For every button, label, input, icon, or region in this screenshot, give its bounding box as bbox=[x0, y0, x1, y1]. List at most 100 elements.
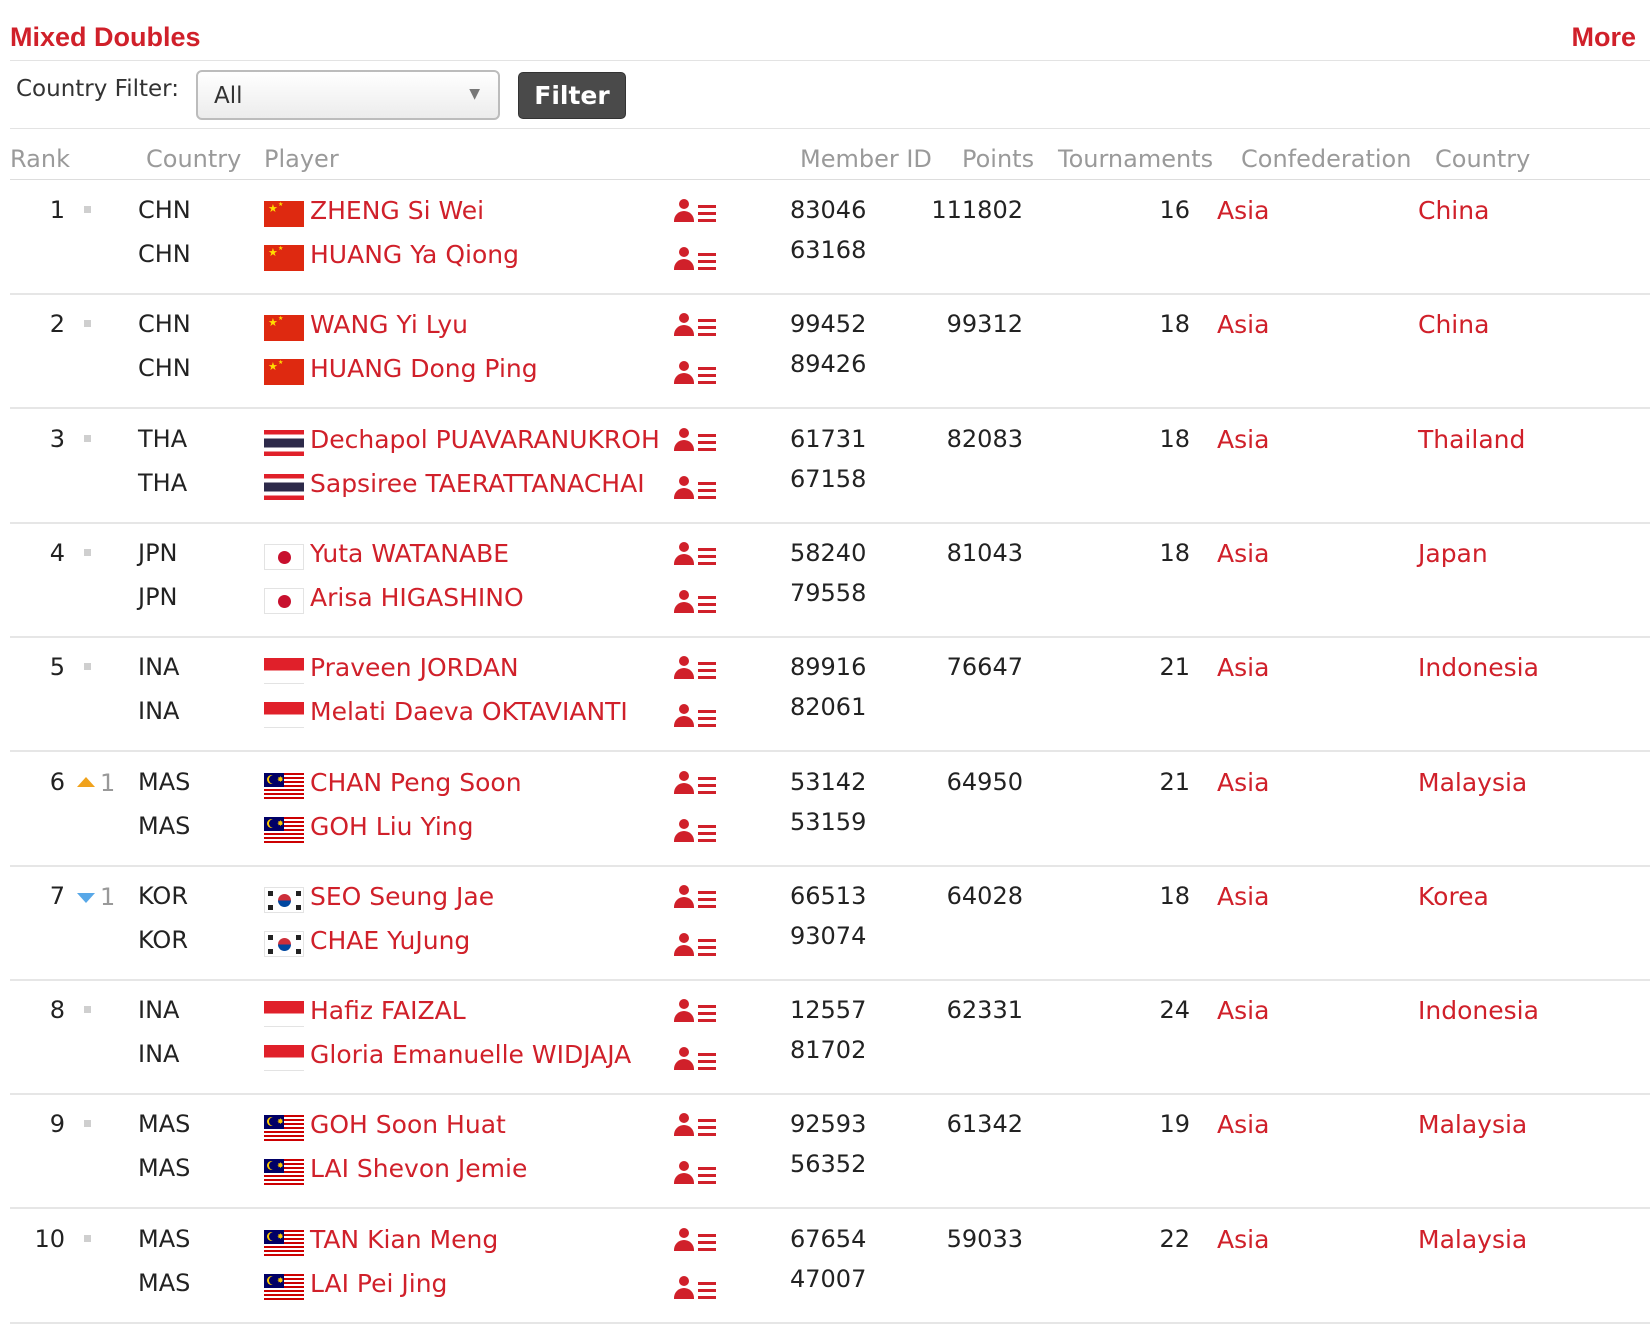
player-profile-icon[interactable] bbox=[674, 704, 720, 734]
player-name-link[interactable]: Praveen JORDAN bbox=[310, 653, 519, 682]
points: 76647 bbox=[946, 653, 1023, 682]
player-profile-icon[interactable] bbox=[674, 818, 720, 849]
malaysia-flag: ✸ bbox=[264, 772, 304, 799]
player-name-link[interactable]: Gloria Emanuelle WIDJAJA bbox=[310, 1040, 631, 1069]
player-profile-icon[interactable] bbox=[674, 1227, 720, 1258]
rank-unchanged-icon bbox=[84, 1234, 91, 1242]
country-link[interactable]: China bbox=[1418, 310, 1489, 339]
member-id: 56352 bbox=[790, 1150, 867, 1179]
header-points[interactable]: Points bbox=[962, 145, 1034, 173]
confederation-link[interactable]: Asia bbox=[1217, 196, 1269, 225]
country-code: CHN bbox=[138, 196, 191, 224]
player-name-link[interactable]: Melati Daeva OKTAVIANTI bbox=[310, 697, 628, 726]
player-name-link[interactable]: WANG Yi Lyu bbox=[310, 310, 468, 339]
player-name-link[interactable]: Yuta WATANABE bbox=[310, 539, 509, 568]
header-member-id[interactable]: Member ID bbox=[800, 145, 932, 173]
rank-number: 10 bbox=[34, 1224, 65, 1253]
header-tournaments[interactable]: Tournaments bbox=[1058, 145, 1213, 173]
confederation-link[interactable]: Asia bbox=[1217, 882, 1269, 911]
confederation-link[interactable]: Asia bbox=[1217, 539, 1269, 568]
member-id: 47007 bbox=[790, 1264, 867, 1293]
confederation-link[interactable]: Asia bbox=[1217, 310, 1269, 339]
table-row: 4 JPN Yuta WATANABE 58240 JPN Arisa HIGA… bbox=[10, 524, 1650, 638]
country-code: INA bbox=[138, 697, 180, 726]
japan-flag bbox=[264, 587, 304, 614]
player-profile-icon[interactable] bbox=[674, 770, 720, 801]
country-code: THA bbox=[138, 424, 188, 453]
confederation-link[interactable]: Asia bbox=[1217, 425, 1269, 454]
tournaments: 24 bbox=[1159, 996, 1190, 1025]
tournaments: 19 bbox=[1159, 1110, 1190, 1139]
country-code: CHN bbox=[138, 240, 191, 268]
player-name-link[interactable]: Arisa HIGASHINO bbox=[310, 583, 524, 612]
player-profile-icon[interactable] bbox=[674, 999, 720, 1029]
country-code: MAS bbox=[138, 767, 191, 796]
country-link[interactable]: Thailand bbox=[1418, 425, 1525, 454]
player-profile-icon[interactable] bbox=[674, 313, 720, 343]
country-link[interactable]: Malaysia bbox=[1418, 1110, 1527, 1139]
player-name-link[interactable]: SEO Seung Jae bbox=[310, 882, 494, 911]
player-name-link[interactable]: HUANG Dong Ping bbox=[310, 354, 538, 383]
indonesia-flag bbox=[264, 1045, 304, 1072]
player-profile-icon[interactable] bbox=[674, 541, 720, 572]
player-profile-icon[interactable] bbox=[674, 199, 720, 229]
malaysia-flag: ✸ bbox=[264, 1273, 304, 1300]
country-link[interactable]: Indonesia bbox=[1418, 996, 1539, 1025]
player-name-link[interactable]: LAI Shevon Jemie bbox=[310, 1154, 527, 1183]
player-name-link[interactable]: Sapsiree TAERATTANACHAI bbox=[310, 469, 645, 498]
player-profile-icon[interactable] bbox=[674, 589, 720, 620]
player-profile-icon[interactable] bbox=[674, 1047, 720, 1077]
confederation-link[interactable]: Asia bbox=[1217, 1110, 1269, 1139]
divider bbox=[10, 60, 1650, 61]
player-name-link[interactable]: GOH Soon Huat bbox=[310, 1110, 506, 1139]
header-country-name[interactable]: Country bbox=[1435, 145, 1530, 173]
member-id: 67654 bbox=[790, 1224, 867, 1253]
rank-number: 8 bbox=[49, 996, 65, 1025]
confederation-link[interactable]: Asia bbox=[1217, 653, 1269, 682]
header-country[interactable]: Country bbox=[146, 145, 241, 173]
member-id: 82061 bbox=[790, 693, 867, 722]
country-link[interactable]: Malaysia bbox=[1418, 1225, 1527, 1254]
points: 82083 bbox=[946, 424, 1023, 453]
confederation-link[interactable]: Asia bbox=[1217, 768, 1269, 797]
player-profile-icon[interactable] bbox=[674, 247, 720, 277]
country-link[interactable]: Korea bbox=[1418, 882, 1489, 911]
confederation-link[interactable]: Asia bbox=[1217, 1225, 1269, 1254]
player-name-link[interactable]: CHAN Peng Soon bbox=[310, 768, 522, 797]
player-profile-icon[interactable] bbox=[674, 884, 720, 915]
country-link[interactable]: Indonesia bbox=[1418, 653, 1539, 682]
rank-change bbox=[72, 1111, 122, 1141]
points: 61342 bbox=[946, 1110, 1023, 1139]
player-profile-icon[interactable] bbox=[674, 656, 720, 686]
player-profile-icon[interactable] bbox=[674, 1275, 720, 1306]
country-link[interactable]: Japan bbox=[1418, 539, 1488, 568]
header-player[interactable]: Player bbox=[264, 145, 339, 173]
more-link[interactable]: More bbox=[1571, 22, 1636, 53]
player-name-link[interactable]: Hafiz FAIZAL bbox=[310, 996, 466, 1025]
player-name-link[interactable]: ZHENG Si Wei bbox=[310, 196, 484, 225]
player-name-link[interactable]: TAN Kian Meng bbox=[310, 1225, 498, 1254]
player-name-link[interactable]: Dechapol PUAVARANUKROH bbox=[310, 425, 660, 454]
player-profile-icon[interactable] bbox=[674, 932, 720, 963]
header-rank[interactable]: Rank bbox=[10, 145, 70, 173]
player-profile-icon[interactable] bbox=[674, 1113, 720, 1143]
player-name-link[interactable]: LAI Pei Jing bbox=[310, 1269, 447, 1298]
country-filter-select[interactable]: All ▼ bbox=[196, 70, 500, 120]
player-name-link[interactable]: CHAE YuJung bbox=[310, 926, 470, 955]
member-id: 83046 bbox=[790, 196, 867, 224]
country-code: INA bbox=[138, 653, 180, 682]
player-profile-icon[interactable] bbox=[674, 361, 720, 391]
tournaments: 18 bbox=[1159, 424, 1190, 453]
confederation-link[interactable]: Asia bbox=[1217, 996, 1269, 1025]
player-profile-icon[interactable] bbox=[674, 475, 720, 506]
country-link[interactable]: Malaysia bbox=[1418, 768, 1527, 797]
header-confederation[interactable]: Confederation bbox=[1241, 145, 1411, 173]
player-name-link[interactable]: GOH Liu Ying bbox=[310, 812, 474, 841]
player-name-link[interactable]: HUANG Ya Qiong bbox=[310, 240, 519, 269]
filter-button[interactable]: Filter bbox=[518, 72, 626, 119]
country-link[interactable]: China bbox=[1418, 196, 1489, 225]
player-profile-icon[interactable] bbox=[674, 1161, 720, 1191]
member-id: 89426 bbox=[790, 350, 867, 379]
rank-unchanged-icon bbox=[84, 320, 91, 328]
player-profile-icon[interactable] bbox=[674, 427, 720, 458]
